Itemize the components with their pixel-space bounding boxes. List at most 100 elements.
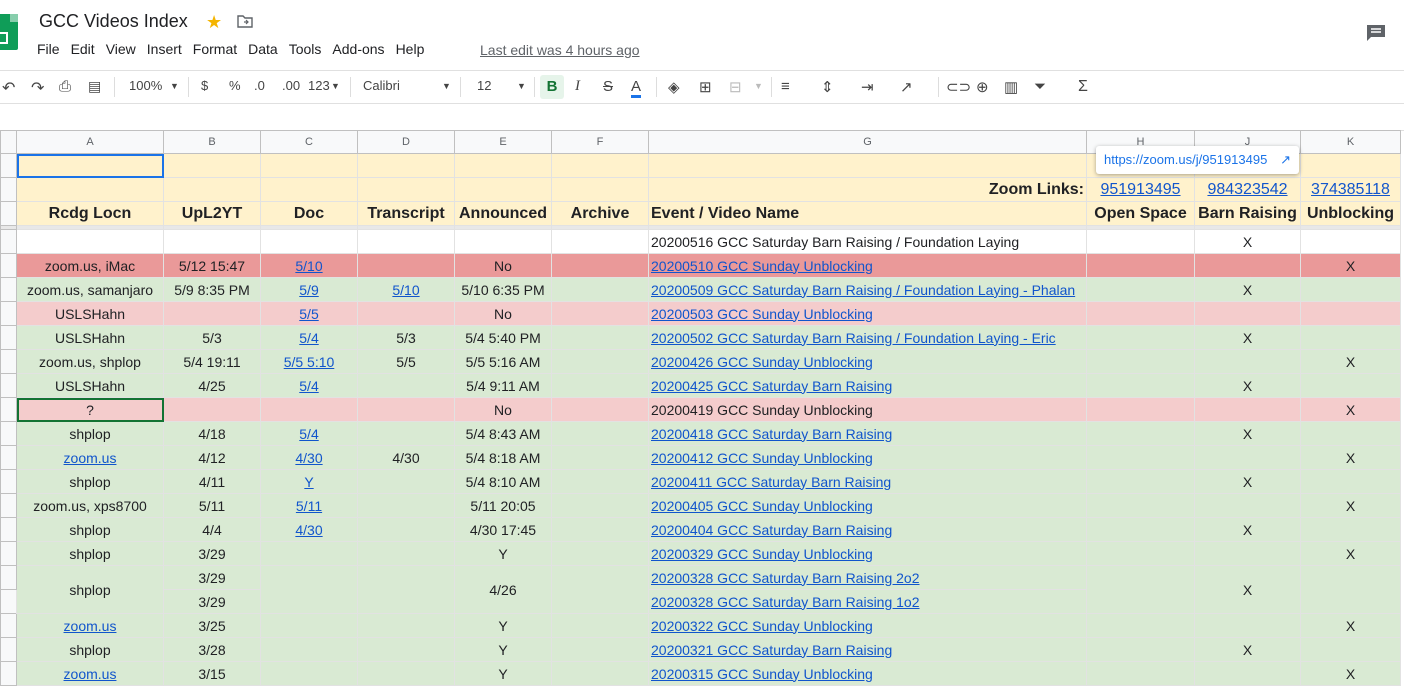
cell-open-space[interactable] xyxy=(1086,349,1195,374)
col-header-a[interactable]: A xyxy=(16,130,164,154)
cell-transcript[interactable] xyxy=(357,397,455,422)
decrease-decimal-button[interactable]: .0 xyxy=(254,78,265,93)
cell-barn-raising[interactable]: X xyxy=(1194,373,1301,398)
cell-barn-raising[interactable] xyxy=(1194,301,1301,326)
cell-unblocking[interactable]: X xyxy=(1300,349,1401,374)
cell-doc-link[interactable]: 5/4 xyxy=(299,426,318,442)
borders-icon[interactable]: ⊞ xyxy=(699,78,712,96)
cell-doc-link[interactable]: 5/4 xyxy=(299,378,318,394)
cell-event-name-link[interactable]: 20200321 GCC Saturday Barn Raising xyxy=(651,642,892,658)
cell-rcdg-locn[interactable]: USLSHahn xyxy=(16,325,164,350)
cell-open-space[interactable] xyxy=(1086,493,1195,518)
cell-rcdg-locn[interactable]: shplop xyxy=(16,517,164,542)
cell-upl2yt[interactable]: 5/4 19:11 xyxy=(163,349,261,374)
functions-icon[interactable]: Σ xyxy=(1078,78,1088,96)
cell-archive[interactable] xyxy=(551,421,649,446)
cell-doc[interactable]: 5/5 xyxy=(260,301,358,326)
zoom-link-barn-raising[interactable]: 984323542 xyxy=(1207,181,1287,198)
cell-transcript[interactable] xyxy=(357,541,455,566)
sheets-logo-icon[interactable] xyxy=(0,14,18,50)
cell-announced[interactable]: Y xyxy=(454,541,552,566)
zoom-select[interactable]: 100% xyxy=(129,78,162,93)
cell-rcdg-locn[interactable]: ? xyxy=(16,397,164,422)
corner-cell[interactable] xyxy=(0,130,17,154)
doc-title[interactable]: GCC Videos Index xyxy=(39,11,188,32)
cell-unblocking[interactable] xyxy=(1300,565,1401,614)
cell-announced[interactable]: 5/4 8:18 AM xyxy=(454,445,552,470)
cell-unblocking[interactable]: X xyxy=(1300,541,1401,566)
cell-unblocking[interactable]: X xyxy=(1300,445,1401,470)
cell-transcript[interactable]: 4/30 xyxy=(357,445,455,470)
cell-event-name[interactable]: 20200426 GCC Sunday Unblocking xyxy=(648,349,1087,374)
vertical-align-icon[interactable]: ⇕ xyxy=(821,78,834,96)
cell-archive[interactable] xyxy=(551,637,649,662)
cell-announced[interactable]: No xyxy=(454,253,552,278)
cell-announced[interactable]: 5/5 5:16 AM xyxy=(454,349,552,374)
cell-unblocking[interactable] xyxy=(1300,373,1401,398)
cell-unblocking[interactable] xyxy=(1300,637,1401,662)
link-preview-tooltip[interactable]: https://zoom.us/j/951913495 ↗ xyxy=(1096,146,1299,174)
cell-open-space[interactable] xyxy=(1086,445,1195,470)
cell-event-name-link[interactable]: 20200405 GCC Sunday Unblocking xyxy=(651,498,873,514)
cell-transcript[interactable] xyxy=(357,229,455,254)
cell-event-name-link[interactable]: 20200509 GCC Saturday Barn Raising / Fou… xyxy=(651,282,1075,298)
cell-upl2yt[interactable]: 3/25 xyxy=(163,613,261,638)
cell-doc-link[interactable]: 4/30 xyxy=(295,450,322,466)
header-open-space[interactable]: Open Space xyxy=(1086,201,1195,226)
cell-announced[interactable]: 4/30 17:45 xyxy=(454,517,552,542)
cell-barn-raising[interactable]: X xyxy=(1194,469,1301,494)
cell-event-name[interactable]: 20200411 GCC Saturday Barn Raising xyxy=(648,469,1087,494)
cell-doc-link[interactable]: 5/4 xyxy=(299,330,318,346)
cell-unblocking[interactable]: X xyxy=(1300,397,1401,422)
cell-rcdg-locn[interactable]: zoom.us xyxy=(16,613,164,638)
cell-barn-raising[interactable]: X xyxy=(1194,637,1301,662)
cell-unblocking[interactable]: X xyxy=(1300,613,1401,638)
cell-archive[interactable] xyxy=(551,565,649,614)
header-archive[interactable]: Archive xyxy=(551,201,649,226)
cell-barn-raising[interactable]: X xyxy=(1194,277,1301,302)
cell-doc[interactable] xyxy=(260,661,358,686)
header-barn-raising[interactable]: Barn Raising xyxy=(1194,201,1301,226)
cell-upl2yt[interactable]: 4/25 xyxy=(163,373,261,398)
cell-archive[interactable] xyxy=(551,397,649,422)
cell-open-space[interactable] xyxy=(1086,325,1195,350)
cell-archive[interactable] xyxy=(551,229,649,254)
cell-doc[interactable]: 5/4 xyxy=(260,421,358,446)
cell-doc-link[interactable]: 5/11 xyxy=(296,498,322,514)
cell-event-name[interactable]: 20200510 GCC Sunday Unblocking xyxy=(648,253,1087,278)
cell-transcript[interactable]: 5/10 xyxy=(357,277,455,302)
print-icon[interactable]: ⎙ xyxy=(59,78,71,95)
cell-archive[interactable] xyxy=(551,661,649,686)
undo-icon[interactable]: ↶ xyxy=(2,78,15,98)
cell-open-space[interactable] xyxy=(1086,637,1195,662)
chevron-down-icon[interactable]: ▼ xyxy=(331,81,340,91)
cell-event-name[interactable]: 20200419 GCC Sunday Unblocking xyxy=(648,397,1087,422)
cell-doc[interactable] xyxy=(260,229,358,254)
cell-barn-raising[interactable]: X xyxy=(1194,229,1301,254)
cell-upl2yt[interactable]: 5/12 15:47 xyxy=(163,253,261,278)
cell-upl2yt[interactable]: 3/29 xyxy=(163,589,261,614)
comment-icon[interactable] xyxy=(1366,24,1386,42)
cell-announced[interactable]: No xyxy=(454,397,552,422)
align-left-icon[interactable]: ≡ xyxy=(781,78,790,95)
cell-archive[interactable] xyxy=(551,493,649,518)
currency-button[interactable]: $ xyxy=(201,78,208,93)
cell-open-space[interactable] xyxy=(1086,469,1195,494)
cell-barn-raising[interactable]: X xyxy=(1194,565,1301,614)
cell-event-name-link[interactable]: 20200322 GCC Sunday Unblocking xyxy=(651,618,873,634)
text-wrap-icon[interactable]: ⇥ xyxy=(861,78,874,96)
cell-archive[interactable] xyxy=(551,613,649,638)
menu-format[interactable]: Format xyxy=(193,41,237,57)
cell-upl2yt[interactable]: 4/11 xyxy=(163,469,261,494)
cell-announced[interactable]: Y xyxy=(454,661,552,686)
cell-upl2yt[interactable] xyxy=(163,229,261,254)
header-event-name[interactable]: Event / Video Name xyxy=(648,201,1087,226)
header-unblocking[interactable]: Unblocking xyxy=(1300,201,1401,226)
cell-upl2yt[interactable]: 4/4 xyxy=(163,517,261,542)
bold-button[interactable]: B xyxy=(540,75,564,99)
cell-event-name-link[interactable]: 20200418 GCC Saturday Barn Raising xyxy=(651,426,892,442)
cell-event-name-link[interactable]: 20200503 GCC Sunday Unblocking xyxy=(651,306,873,322)
cell-event-name[interactable]: 20200412 GCC Sunday Unblocking xyxy=(648,445,1087,470)
cell-barn-raising[interactable] xyxy=(1194,493,1301,518)
cell-upl2yt[interactable] xyxy=(163,301,261,326)
